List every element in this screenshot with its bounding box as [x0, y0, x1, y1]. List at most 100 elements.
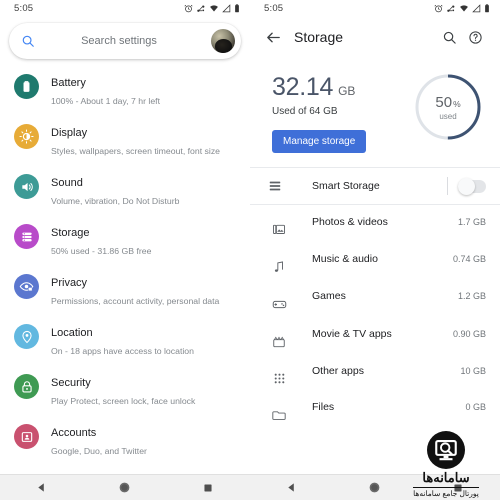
storage-category-head: Music & audio 0.74 GB: [312, 253, 486, 265]
sidebar-item-title: Security: [51, 377, 91, 389]
sidebar-item-text: Security Play Protect, screen lock, face…: [51, 373, 195, 409]
storage-used-amount: 32.14 GB: [272, 73, 412, 102]
storage-category-name: Photos & videos: [312, 216, 388, 228]
search-icon[interactable]: [436, 24, 462, 50]
status-time: 5:05: [264, 3, 284, 14]
recents-square-icon[interactable]: [443, 475, 473, 500]
storage-used-value: 32.14: [272, 73, 334, 101]
avatar[interactable]: [211, 29, 235, 53]
sidebar-item-sound[interactable]: Sound Volume, vibration, Do Not Disturb: [0, 166, 250, 216]
storage-category-head: Photos & videos 1.7 GB: [312, 216, 486, 228]
sidebar-item-text: Battery 100% - About 1 day, 7 hr left: [51, 73, 160, 109]
sidebar-item-title: Accounts: [51, 427, 97, 439]
sidebar-item-display[interactable]: Display Styles, wallpapers, screen timeo…: [0, 116, 250, 166]
alarm-icon: [434, 4, 443, 13]
status-icon-group: [184, 4, 240, 13]
status-icon-group: [434, 4, 490, 13]
sidebar-item-subtitle: On - 18 apps have access to location: [51, 346, 194, 356]
account-card-icon: [14, 424, 39, 449]
storage-category-head: Files 0 GB: [312, 401, 486, 413]
storage-category-head: Games 1.2 GB: [312, 290, 486, 302]
storage-category-body: Other apps 10 GB: [312, 365, 486, 377]
location-pin-icon: [14, 324, 39, 349]
sidebar-item-subtitle: Google, Duo, and Twitter: [51, 446, 147, 456]
storage-summary: 32.14 GB Used of 64 GB Manage storage 50…: [250, 57, 500, 168]
sidebar-item-subtitle: Play Protect, screen lock, face unlock: [51, 396, 196, 406]
storage-category-size: 10 GB: [460, 366, 486, 376]
home-circle-icon[interactable]: [110, 475, 140, 500]
storage-category-row[interactable]: Games 1.2 GB: [250, 281, 500, 319]
sidebar-item-location[interactable]: Location On - 18 apps have access to loc…: [0, 316, 250, 366]
lock-icon: [14, 374, 39, 399]
alarm-icon: [184, 4, 193, 13]
apps-grid-icon: [268, 365, 290, 385]
sidebar-item-text: Display Styles, wallpapers, screen timeo…: [51, 123, 220, 159]
storage-category-size: 0 GB: [465, 402, 486, 412]
sidebar-item-text: Sound Volume, vibration, Do Not Disturb: [51, 173, 179, 209]
storage-pane: 5:05 Storage 32.14 GB Used of 64 GB Mana…: [250, 0, 500, 500]
nav-bar-right: [250, 474, 500, 500]
settings-list: Battery 100% - About 1 day, 7 hr left Di…: [0, 59, 250, 500]
storage-app-bar: Storage: [250, 17, 500, 57]
search-input[interactable]: Search settings: [27, 35, 211, 47]
storage-category-name: Movie & TV apps: [312, 328, 392, 340]
sidebar-item-subtitle: Permissions, account activity, personal …: [51, 296, 220, 306]
sidebar-item-security[interactable]: Security Play Protect, screen lock, face…: [0, 366, 250, 416]
smart-storage-toggle[interactable]: [458, 177, 486, 195]
vertical-divider: [447, 177, 448, 195]
sidebar-item-subtitle: Volume, vibration, Do Not Disturb: [51, 196, 180, 206]
storage-percent-caption: used: [439, 112, 457, 121]
storage-category-body: Movie & TV apps 0.90 GB: [312, 328, 486, 340]
sidebar-item-text: Location On - 18 apps have access to loc…: [51, 323, 194, 359]
music-icon: [268, 253, 290, 274]
storage-category-head: Other apps 10 GB: [312, 365, 486, 377]
signal-icon: [472, 4, 481, 13]
storage-category-row[interactable]: Files 0 GB: [250, 392, 500, 429]
cast-icon: [197, 5, 205, 12]
home-circle-icon[interactable]: [360, 475, 390, 500]
sidebar-item-title: Location: [51, 327, 93, 339]
storage-category-body: Photos & videos 1.7 GB: [312, 216, 486, 228]
storage-donut-label: 50% used: [412, 71, 484, 143]
sidebar-item-battery[interactable]: Battery 100% - About 1 day, 7 hr left: [0, 66, 250, 116]
storage-category-row[interactable]: Photos & videos 1.7 GB: [250, 207, 500, 244]
storage-donut-chart: 50% used: [412, 71, 484, 143]
manage-storage-button[interactable]: Manage storage: [272, 130, 367, 153]
storage-category-head: Movie & TV apps 0.90 GB: [312, 328, 486, 340]
storage-category-row[interactable]: Music & audio 0.74 GB: [250, 244, 500, 281]
battery-icon: [235, 4, 239, 13]
status-bar-left: 5:05: [0, 0, 250, 17]
sidebar-item-privacy[interactable]: Privacy Permissions, account activity, p…: [0, 266, 250, 316]
storage-category-row[interactable]: Movie & TV apps 0.90 GB: [250, 319, 500, 356]
sidebar-item-subtitle: Styles, wallpapers, screen timeout, font…: [51, 146, 220, 156]
volume-icon: [14, 174, 39, 199]
storage-percent: 50%: [435, 94, 460, 111]
storage-icon: [14, 224, 39, 249]
storage-category-name: Other apps: [312, 365, 364, 377]
search-bar[interactable]: Search settings: [9, 23, 241, 59]
sidebar-item-title: Sound: [51, 177, 83, 189]
back-triangle-icon[interactable]: [277, 475, 307, 500]
storage-category-name: Files: [312, 401, 335, 413]
phone-screenshot: 5:05 Search settings Battery 100% - Abou…: [0, 0, 500, 500]
status-bar-right: 5:05: [250, 0, 500, 17]
sidebar-item-storage[interactable]: Storage 50% used - 31.86 GB free: [0, 216, 250, 266]
privacy-eye-icon: [14, 274, 39, 299]
smart-storage-row[interactable]: Smart Storage: [250, 168, 500, 205]
sidebar-item-title: Storage: [51, 227, 90, 239]
settings-pane: 5:05 Search settings Battery 100% - Abou…: [0, 0, 250, 500]
back-arrow-icon[interactable]: [260, 24, 286, 50]
storage-category-size: 0.74 GB: [452, 254, 486, 264]
storage-category-body: Games 1.2 GB: [312, 290, 486, 302]
storage-category-size: 0.90 GB: [452, 329, 486, 339]
sidebar-item-text: Storage 50% used - 31.86 GB free: [51, 223, 151, 259]
help-icon[interactable]: [462, 24, 488, 50]
storage-category-row[interactable]: Other apps 10 GB: [250, 356, 500, 392]
storage-category-size: 1.2 GB: [457, 291, 486, 301]
storage-category-list: Photos & videos 1.7 GB Music & audio 0.7…: [250, 205, 500, 429]
sidebar-item-accounts[interactable]: Accounts Google, Duo, and Twitter: [0, 416, 250, 466]
wifi-icon: [210, 5, 218, 12]
recents-square-icon[interactable]: [193, 475, 223, 500]
back-triangle-icon[interactable]: [27, 475, 57, 500]
page-title: Storage: [294, 29, 344, 45]
